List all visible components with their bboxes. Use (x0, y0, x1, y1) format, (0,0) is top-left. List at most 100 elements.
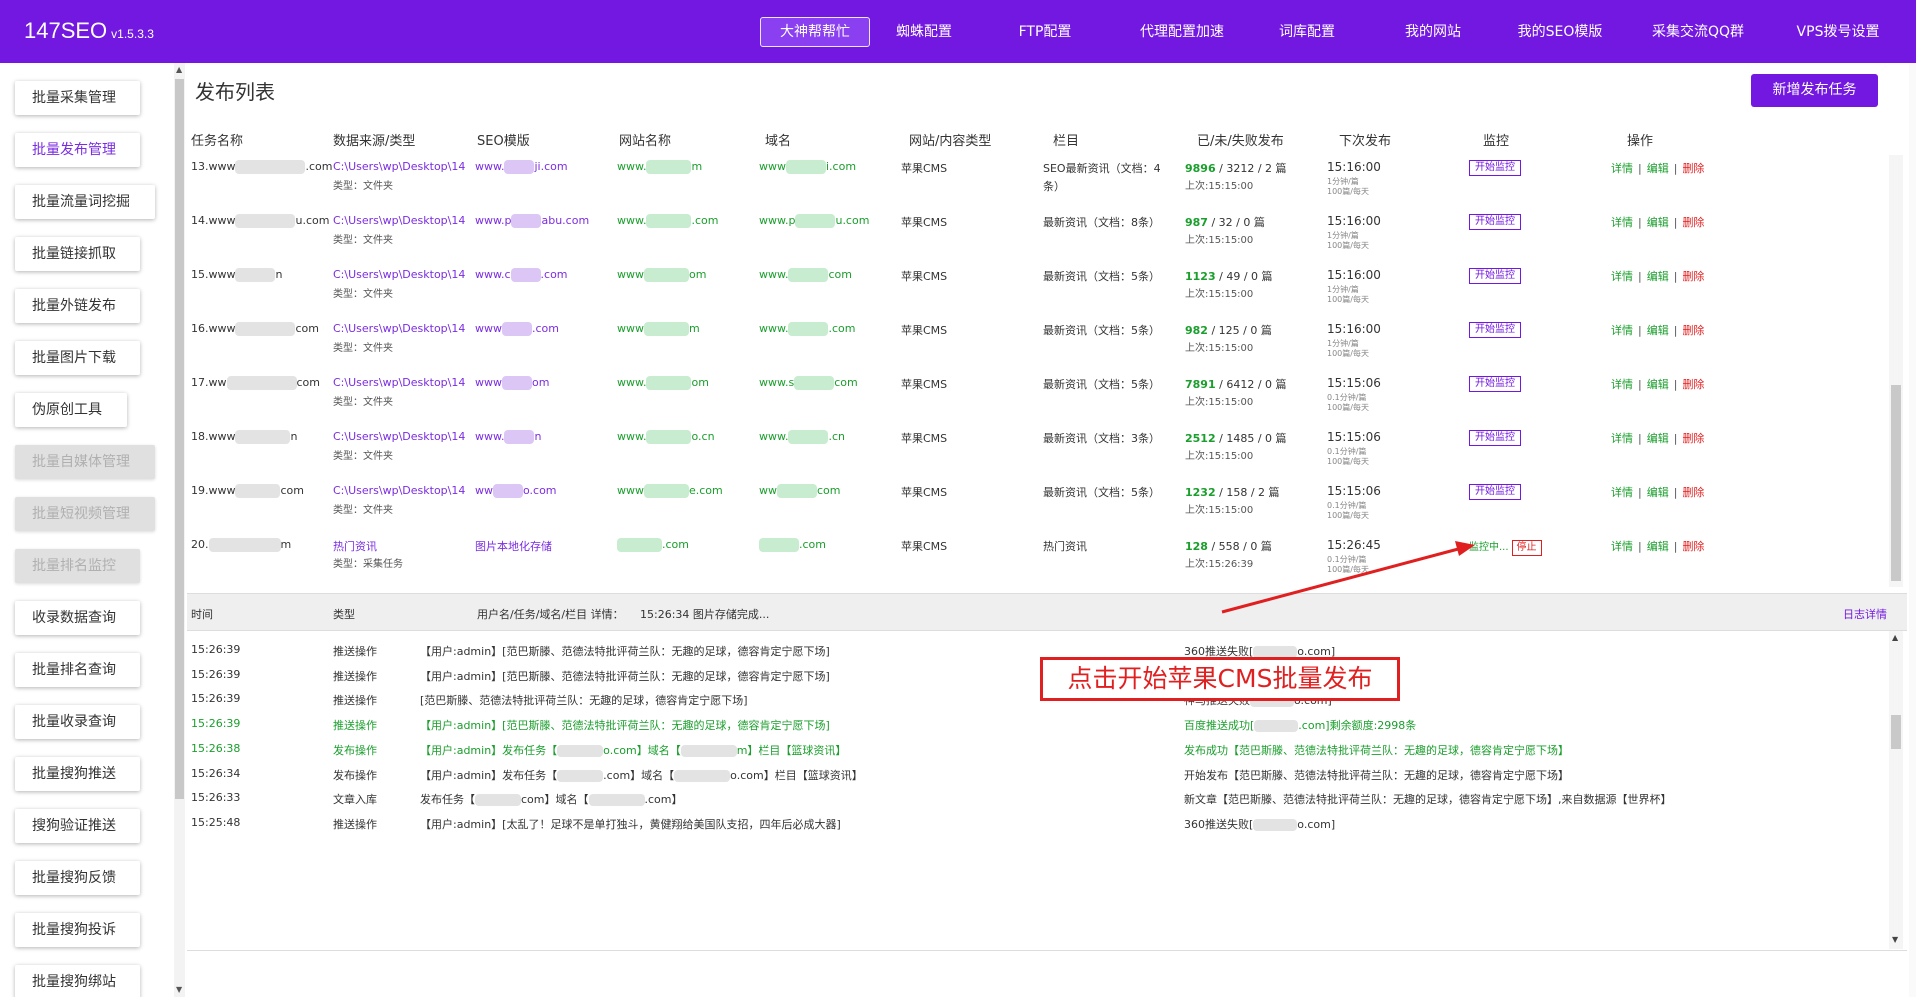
log-type: 发布操作 (333, 743, 377, 757)
sidebar-item-index-data[interactable]: 收录数据查询 (15, 601, 140, 635)
sidebar-scrollbar[interactable]: ▲ ▼ (174, 63, 185, 997)
data-source-link[interactable]: 热门资讯 (333, 538, 377, 554)
scroll-up-arrow-icon[interactable]: ▲ (176, 65, 182, 74)
separator: | (1673, 540, 1678, 553)
edit-link[interactable]: 编辑 (1647, 432, 1669, 445)
seo-template-link[interactable]: www om (475, 376, 549, 390)
data-source-link[interactable]: C:\Users\wp\Desktop\14 (333, 322, 465, 335)
site-name-prefix: www. (617, 430, 647, 443)
delete-link[interactable]: 删除 (1682, 270, 1704, 283)
sidebar-item-self-media[interactable]: 批量自媒体管理 (15, 445, 155, 479)
log-latest-status: 15:26:34 图片存储完成... (640, 608, 770, 621)
start-monitor-button[interactable]: 开始监控 (1469, 376, 1521, 392)
publish-daily-limit: 100篇/每天 (1327, 565, 1369, 574)
nav-item-seo-templates[interactable]: 我的SEO模版 (1505, 17, 1615, 47)
log-scroll-up-icon[interactable]: ▲ (1892, 633, 1898, 642)
sidebar-item-batch-collect[interactable]: 批量采集管理 (15, 81, 140, 115)
details-link[interactable]: 详情 (1611, 162, 1633, 175)
log-scrollbar[interactable]: ▲ ▼ (1889, 631, 1903, 949)
start-monitor-button[interactable]: 开始监控 (1469, 214, 1521, 230)
details-link[interactable]: 详情 (1611, 270, 1633, 283)
nav-item-lexicon-config[interactable]: 词库配置 (1267, 17, 1347, 47)
data-source-link[interactable]: C:\Users\wp\Desktop\14 (333, 160, 465, 173)
delete-link[interactable]: 删除 (1682, 324, 1704, 337)
sidebar-item-batch-publish[interactable]: 批量发布管理 (15, 133, 140, 167)
log-scroll-thumb[interactable] (1891, 715, 1901, 749)
details-link[interactable]: 详情 (1611, 432, 1633, 445)
sidebar-item-sogou-push[interactable]: 批量搜狗推送 (15, 757, 140, 791)
seo-template-link[interactable]: www.c .com (475, 268, 568, 282)
publish-stats: 1232 / 158 / 2 篇 (1185, 484, 1280, 500)
delete-link[interactable]: 删除 (1682, 378, 1704, 391)
sidebar-item-rank-query[interactable]: 批量排名查询 (15, 653, 140, 687)
edit-link[interactable]: 编辑 (1647, 540, 1669, 553)
next-publish-time: 15:16:00 (1327, 160, 1381, 174)
start-monitor-button[interactable]: 开始监控 (1469, 268, 1521, 284)
sidebar-item-pseudo-original[interactable]: 伪原创工具 (15, 393, 127, 427)
sidebar-item-rank-monitor[interactable]: 批量排名监控 (15, 549, 140, 583)
log-time: 15:26:38 (191, 741, 241, 755)
data-source-link[interactable]: C:\Users\wp\Desktop\14 (333, 376, 465, 389)
seo-template-link[interactable]: www. n (475, 430, 541, 444)
sidebar-item-sogou-complaint[interactable]: 批量搜狗投诉 (15, 913, 140, 947)
sidebar-scroll-thumb[interactable] (175, 79, 184, 799)
table-scrollbar[interactable] (1889, 155, 1903, 587)
delete-link[interactable]: 删除 (1682, 486, 1704, 499)
data-source-link[interactable]: C:\Users\wp\Desktop\14 (333, 268, 465, 281)
domain: www. com (759, 268, 852, 282)
sidebar-item-short-video[interactable]: 批量短视频管理 (15, 497, 155, 531)
scroll-down-arrow-icon[interactable]: ▼ (176, 985, 182, 994)
details-link[interactable]: 详情 (1611, 378, 1633, 391)
edit-link[interactable]: 编辑 (1647, 270, 1669, 283)
details-link[interactable]: 详情 (1611, 324, 1633, 337)
data-source-link[interactable]: C:\Users\wp\Desktop\14 (333, 484, 465, 497)
edit-link[interactable]: 编辑 (1647, 486, 1669, 499)
log-scroll-down-icon[interactable]: ▼ (1892, 935, 1898, 944)
nav-item-helper[interactable]: 大神帮帮忙 (760, 17, 870, 47)
sidebar-item-sogou-bind[interactable]: 批量搜狗绑站 (15, 965, 140, 997)
edit-link[interactable]: 编辑 (1647, 216, 1669, 229)
log-details-link[interactable]: 日志详情 (1843, 606, 1887, 622)
sidebar-item-outlink-publish[interactable]: 批量外链发布 (15, 289, 140, 323)
table-scroll-thumb[interactable] (1891, 385, 1901, 581)
start-monitor-button[interactable]: 开始监控 (1469, 160, 1521, 176)
start-monitor-button[interactable]: 开始监控 (1469, 430, 1521, 446)
seo-template-link[interactable]: www .com (475, 322, 559, 336)
sidebar-item-link-crawl[interactable]: 批量链接抓取 (15, 237, 140, 271)
nav-item-proxy-config[interactable]: 代理配置加速 (1126, 17, 1238, 47)
seo-template-link[interactable]: www. ji.com (475, 160, 568, 174)
add-publish-task-button[interactable]: 新增发布任务 (1751, 74, 1878, 107)
start-monitor-button[interactable]: 开始监控 (1469, 322, 1521, 338)
nav-item-my-sites[interactable]: 我的网站 (1393, 17, 1473, 47)
publish-stats: 9896 / 3212 / 2 篇 (1185, 160, 1287, 176)
seo-template-link[interactable]: www.p abu.com (475, 214, 589, 228)
last-publish-time: 上次:15:15:00 (1185, 451, 1254, 462)
delete-link[interactable]: 删除 (1682, 216, 1704, 229)
seo-template-link[interactable]: ww o.com (475, 484, 557, 498)
sidebar-item-sogou-verify-push[interactable]: 搜狗验证推送 (15, 809, 140, 843)
seo-template-link[interactable]: 图片本地化存储 (475, 538, 552, 554)
nav-item-spider-config[interactable]: 蜘蛛配置 (884, 17, 964, 47)
sidebar-item-sogou-feedback[interactable]: 批量搜狗反馈 (15, 861, 140, 895)
details-link[interactable]: 详情 (1611, 216, 1633, 229)
delete-link[interactable]: 删除 (1682, 432, 1704, 445)
data-source-link[interactable]: C:\Users\wp\Desktop\14 (333, 214, 465, 227)
log-detail: 【用户:admin】发布任务【 o.com】域名【 m】栏目【篮球资讯】 (420, 742, 846, 758)
start-monitor-button[interactable]: 开始监控 (1469, 484, 1521, 500)
details-link[interactable]: 详情 (1611, 486, 1633, 499)
sidebar-item-traffic-words[interactable]: 批量流量词挖掘 (15, 185, 155, 219)
sidebar-item-index-query[interactable]: 批量收录查询 (15, 705, 140, 739)
edit-link[interactable]: 编辑 (1647, 324, 1669, 337)
data-source-link[interactable]: C:\Users\wp\Desktop\14 (333, 430, 465, 443)
delete-link[interactable]: 删除 (1682, 540, 1704, 553)
edit-link[interactable]: 编辑 (1647, 378, 1669, 391)
publish-interval: 0.1分钟/篇 (1327, 501, 1367, 510)
details-link[interactable]: 详情 (1611, 540, 1633, 553)
sidebar-item-image-download[interactable]: 批量图片下载 (15, 341, 140, 375)
nav-item-ftp-config[interactable]: FTP配置 (1005, 17, 1085, 47)
edit-link[interactable]: 编辑 (1647, 162, 1669, 175)
nav-item-vps-dial[interactable]: VPS拨号设置 (1783, 17, 1893, 47)
delete-link[interactable]: 删除 (1682, 162, 1704, 175)
stop-monitor-button[interactable]: 停止 (1511, 540, 1542, 556)
nav-item-qq-group[interactable]: 采集交流QQ群 (1638, 17, 1758, 47)
